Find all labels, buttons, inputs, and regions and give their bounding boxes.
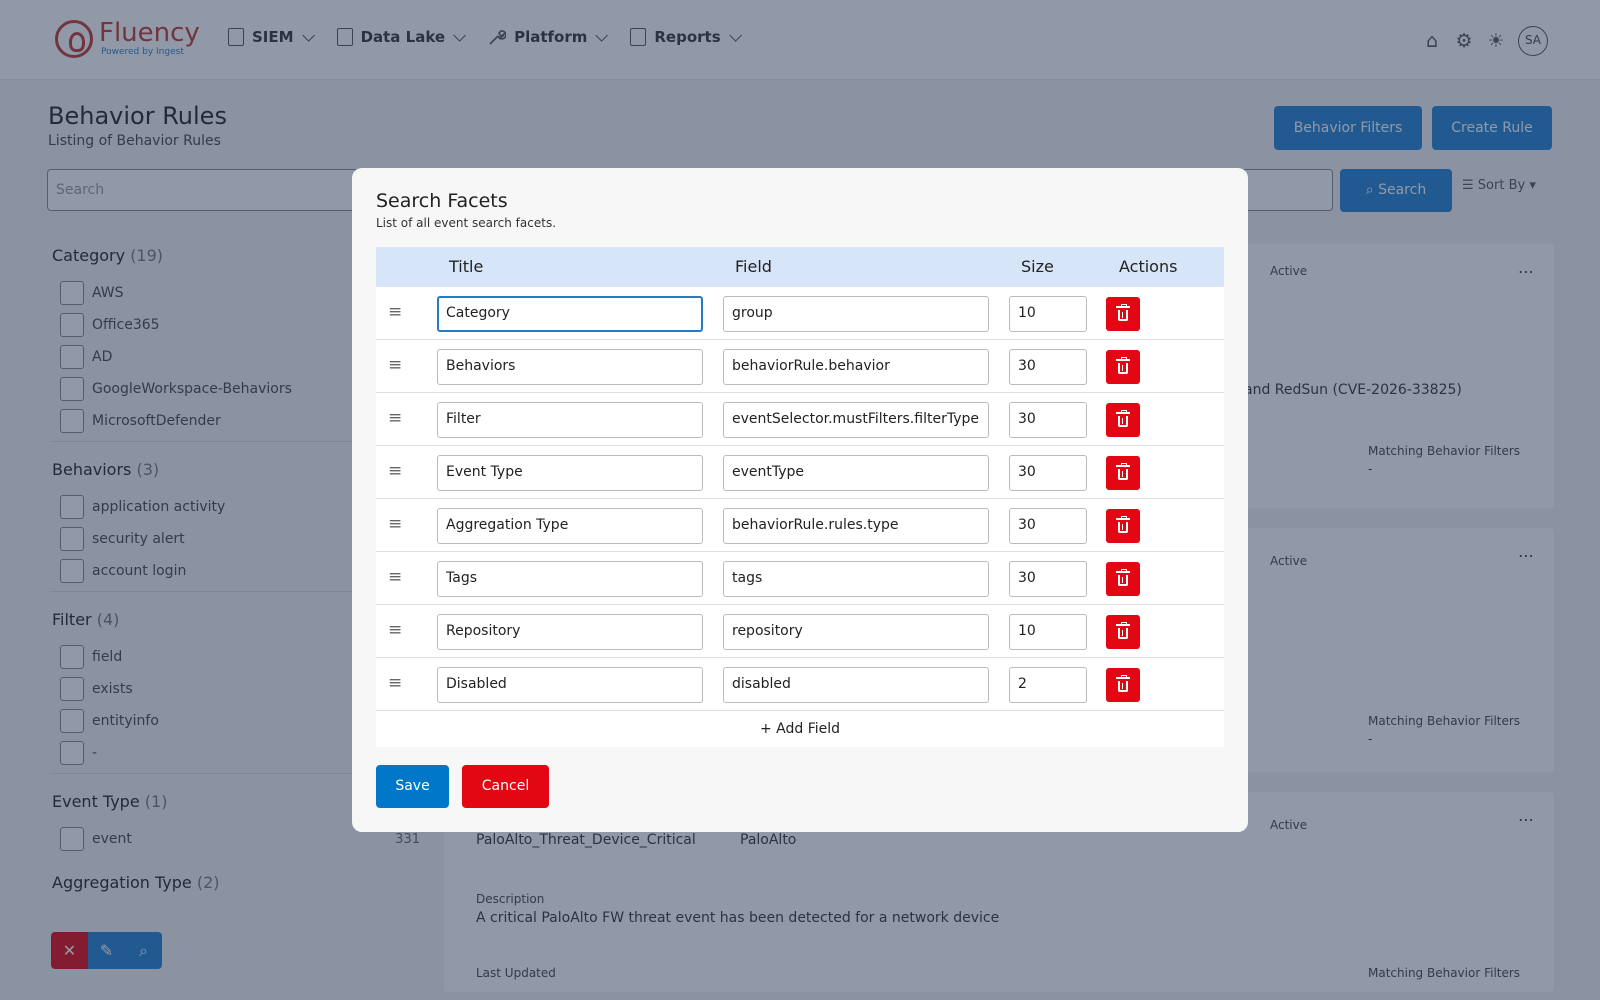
- table-row: ≡ Disabled disabled 2: [376, 658, 1224, 711]
- title-input[interactable]: Disabled: [437, 667, 703, 703]
- field-input[interactable]: group: [723, 296, 989, 332]
- trash-icon: [1116, 410, 1130, 428]
- table-row: ≡ Repository repository 10: [376, 605, 1224, 658]
- field-input[interactable]: behaviorRule.behavior: [723, 349, 989, 385]
- modal-subtitle: List of all event search facets.: [376, 216, 557, 230]
- size-input[interactable]: 10: [1009, 296, 1087, 332]
- table-row: ≡ Filter eventSelector.mustFilters.filte…: [376, 393, 1224, 446]
- trash-icon: [1116, 357, 1130, 375]
- field-input[interactable]: disabled: [723, 667, 989, 703]
- search-facets-modal: Search Facets List of all event search f…: [352, 168, 1248, 832]
- trash-icon: [1116, 569, 1130, 587]
- drag-handle-icon[interactable]: ≡: [388, 514, 402, 534]
- size-input[interactable]: 30: [1009, 349, 1087, 385]
- drag-handle-icon[interactable]: ≡: [388, 302, 402, 322]
- drag-handle-icon[interactable]: ≡: [388, 620, 402, 640]
- table-header: Title Field Size Actions: [376, 247, 1224, 287]
- table-row: ≡ Category group 10: [376, 287, 1224, 340]
- trash-icon: [1116, 675, 1130, 693]
- drag-handle-icon[interactable]: ≡: [388, 355, 402, 375]
- table-row: ≡ Behaviors behaviorRule.behavior 30: [376, 340, 1224, 393]
- table-row: ≡ Event Type eventType 30: [376, 446, 1224, 499]
- delete-button[interactable]: [1106, 456, 1140, 490]
- drag-handle-icon[interactable]: ≡: [388, 567, 402, 587]
- trash-icon: [1116, 622, 1130, 640]
- delete-button[interactable]: [1106, 562, 1140, 596]
- size-input[interactable]: 30: [1009, 402, 1087, 438]
- field-input[interactable]: behaviorRule.rules.type: [723, 508, 989, 544]
- title-input[interactable]: Event Type: [437, 455, 703, 491]
- size-input[interactable]: 30: [1009, 508, 1087, 544]
- table-row: ≡ Aggregation Type behaviorRule.rules.ty…: [376, 499, 1224, 552]
- delete-button[interactable]: [1106, 668, 1140, 702]
- title-input[interactable]: Filter: [437, 402, 703, 438]
- column-size: Size: [1021, 257, 1054, 276]
- trash-icon: [1116, 304, 1130, 322]
- delete-button[interactable]: [1106, 509, 1140, 543]
- trash-icon: [1116, 463, 1130, 481]
- size-input[interactable]: 30: [1009, 561, 1087, 597]
- drag-handle-icon[interactable]: ≡: [388, 673, 402, 693]
- column-field: Field: [735, 257, 772, 276]
- field-input[interactable]: tags: [723, 561, 989, 597]
- size-input[interactable]: 30: [1009, 455, 1087, 491]
- title-input[interactable]: Category: [437, 296, 703, 332]
- delete-button[interactable]: [1106, 615, 1140, 649]
- field-input[interactable]: eventSelector.mustFilters.filterType: [723, 402, 989, 438]
- field-input[interactable]: eventType: [723, 455, 989, 491]
- cancel-button[interactable]: Cancel: [462, 765, 549, 808]
- table-row: ≡ Tags tags 30: [376, 552, 1224, 605]
- title-input[interactable]: Aggregation Type: [437, 508, 703, 544]
- delete-button[interactable]: [1106, 350, 1140, 384]
- field-input[interactable]: repository: [723, 614, 989, 650]
- modal-title: Search Facets: [376, 190, 508, 212]
- title-input[interactable]: Behaviors: [437, 349, 703, 385]
- delete-button[interactable]: [1106, 297, 1140, 331]
- drag-handle-icon[interactable]: ≡: [388, 461, 402, 481]
- title-input[interactable]: Repository: [437, 614, 703, 650]
- column-title: Title: [449, 257, 484, 276]
- column-actions: Actions: [1119, 257, 1178, 276]
- delete-button[interactable]: [1106, 403, 1140, 437]
- save-button[interactable]: Save: [376, 765, 449, 808]
- title-input[interactable]: Tags: [437, 561, 703, 597]
- size-input[interactable]: 2: [1009, 667, 1087, 703]
- size-input[interactable]: 10: [1009, 614, 1087, 650]
- add-field-button[interactable]: + Add Field: [376, 711, 1224, 747]
- facets-table: Title Field Size Actions ≡ Category grou…: [376, 247, 1224, 747]
- trash-icon: [1116, 516, 1130, 534]
- drag-handle-icon[interactable]: ≡: [388, 408, 402, 428]
